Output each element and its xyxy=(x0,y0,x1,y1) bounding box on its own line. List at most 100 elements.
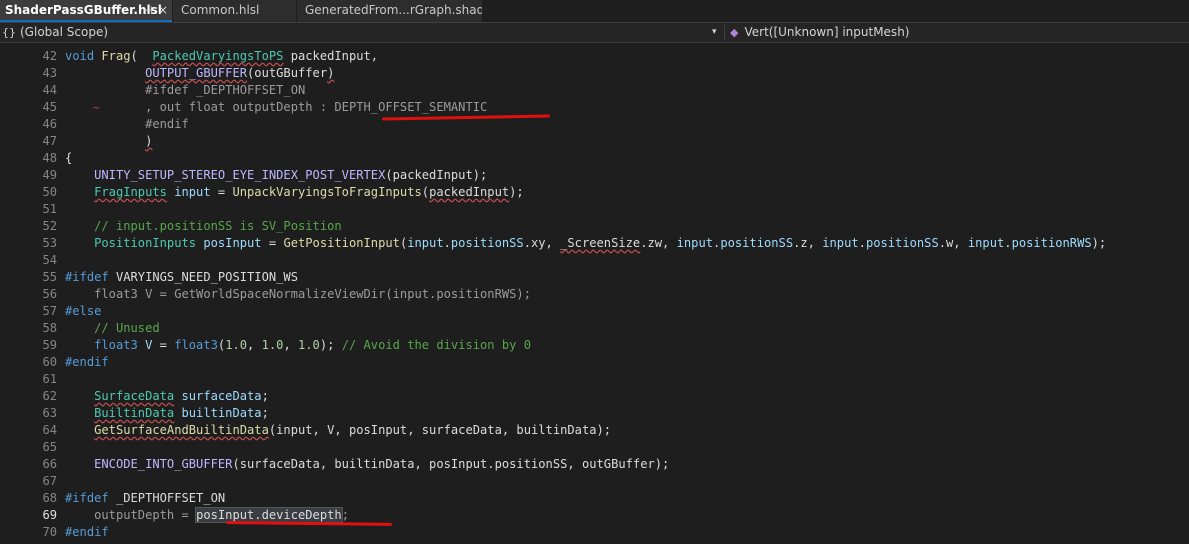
member-dropdown[interactable]: ◆ Vert([Unknown] inputMesh) xyxy=(730,23,909,42)
code-text: ) xyxy=(65,133,152,150)
line-number: 46 xyxy=(42,117,57,131)
code-line[interactable]: 43 OUTPUT_GBUFFER(outGBuffer) xyxy=(0,65,1189,82)
code-token: 1.0 xyxy=(261,338,284,352)
code-line[interactable]: 70 #endif xyxy=(0,524,1189,541)
code-token: (outGBuffer xyxy=(247,66,328,80)
code-text: float3 V = float3(1.0, 1.0, 1.0); // Avo… xyxy=(65,337,531,354)
tab-common[interactable]: Common.hlsl xyxy=(173,0,296,22)
code-token: VARYINGS_NEED_POSITION_WS xyxy=(108,270,298,284)
line-number: 63 xyxy=(42,406,57,420)
code-text: #else xyxy=(65,303,101,320)
code-text: #endif xyxy=(65,116,189,133)
code-text: { xyxy=(65,150,72,167)
code-token: ; xyxy=(261,406,269,420)
tab-generated-shader[interactable]: GeneratedFrom...rGraph.shader xyxy=(297,0,482,22)
code-line[interactable]: 44 #ifdef _DEPTHOFFSET_ON xyxy=(0,82,1189,99)
code-token: #endif xyxy=(65,117,189,131)
line-number: 64 xyxy=(42,423,57,437)
scope-label: (Global Scope) xyxy=(20,25,109,39)
navigation-bar: {} (Global Scope) ▾ ◆ Vert([Unknown] input… xyxy=(0,23,1189,43)
code-token: = xyxy=(152,338,175,352)
code-token: = xyxy=(261,236,284,250)
line-number: 70 xyxy=(42,525,57,539)
line-number: 53 xyxy=(42,236,57,250)
code-line[interactable]: 50 FragInputs input = UnpackVaryingsToFr… xyxy=(0,184,1189,201)
close-icon[interactable]: × xyxy=(158,0,168,20)
code-line[interactable]: 59 float3 V = float3(1.0, 1.0, 1.0); // … xyxy=(0,337,1189,354)
code-line[interactable]: 56 float3 V = GetWorldSpaceNormalizeView… xyxy=(0,286,1189,303)
chevron-down-icon[interactable]: ▾ xyxy=(712,23,717,42)
tab-shaderpassgbuffer[interactable]: ShaderPassGBuffer.hlsl ⊣ × xyxy=(0,0,172,22)
pin-icon[interactable]: ⊣ xyxy=(143,0,153,20)
code-line[interactable]: 60 #endif xyxy=(0,354,1189,371)
line-number: 66 xyxy=(42,457,57,471)
code-token: 1.0 xyxy=(298,338,320,352)
code-token: input xyxy=(822,236,859,250)
tab-label: GeneratedFrom...rGraph.shader xyxy=(305,3,482,17)
code-text: ENCODE_INTO_GBUFFER(surfaceData, builtin… xyxy=(65,456,669,473)
code-line[interactable]: 58 // Unused xyxy=(0,320,1189,337)
code-token: FragInputs xyxy=(94,185,167,199)
code-token: #ifdef xyxy=(65,270,109,284)
code-token: UnpackVaryingsToFragInputs xyxy=(232,185,422,199)
code-line[interactable]: 57 #else xyxy=(0,303,1189,320)
code-line[interactable]: 52 // input.positionSS is SV_Position xyxy=(0,218,1189,235)
code-line[interactable]: 51 xyxy=(0,201,1189,218)
code-text: #ifdef _DEPTHOFFSET_ON xyxy=(65,490,225,507)
code-line[interactable]: 63 BuiltinData builtinData; xyxy=(0,405,1189,422)
code-token: builtinData xyxy=(181,406,262,420)
line-number: 47 xyxy=(42,134,57,148)
code-line[interactable]: 53 PositionInputs posInput = GetPosition… xyxy=(0,235,1189,252)
code-token: { xyxy=(65,151,73,165)
code-line[interactable]: 66 ENCODE_INTO_GBUFFER(surfaceData, buil… xyxy=(0,456,1189,473)
code-text: UNITY_SETUP_STEREO_EYE_INDEX_POST_VERTEX… xyxy=(65,167,487,184)
code-text: PositionInputs posInput = GetPositionInp… xyxy=(65,235,1106,252)
code-line[interactable]: 47 ) xyxy=(0,133,1189,150)
code-text: SurfaceData surfaceData; xyxy=(65,388,269,405)
code-token: #else xyxy=(65,304,102,318)
code-token: float3 xyxy=(94,338,138,352)
code-line[interactable]: 42 void Frag( PackedVaryingsToPS packedIn… xyxy=(0,48,1189,65)
code-token: // input.positionSS is SV_Position xyxy=(65,219,342,233)
code-line[interactable]: 48 { xyxy=(0,150,1189,167)
line-number: 68 xyxy=(42,491,57,505)
line-number: 65 xyxy=(42,440,57,454)
code-line[interactable]: 49 UNITY_SETUP_STEREO_EYE_INDEX_POST_VER… xyxy=(0,167,1189,184)
code-line[interactable]: 67 xyxy=(0,473,1189,490)
line-number: 51 xyxy=(42,202,57,216)
code-token: packedInput, xyxy=(283,49,379,63)
scope-dropdown[interactable]: {} (Global Scope) xyxy=(2,23,722,42)
code-line[interactable]: 45 ~ , out float outputDepth : DEPTH_OFFS… xyxy=(0,99,1189,116)
code-line[interactable]: 46 #endif xyxy=(0,116,1189,133)
code-line[interactable]: 69 outputDepth = posInput.deviceDepth; xyxy=(0,507,1189,524)
code-token: GetPositionInput xyxy=(283,236,400,250)
code-token: input xyxy=(174,185,211,199)
code-line[interactable]: 54 xyxy=(0,252,1189,269)
code-line[interactable]: 65 xyxy=(0,439,1189,456)
code-line[interactable]: 68 #ifdef _DEPTHOFFSET_ON xyxy=(0,490,1189,507)
code-token: PositionInputs xyxy=(94,236,197,250)
code-editor[interactable]: 42 void Frag( PackedVaryingsToPS packedIn… xyxy=(0,43,1189,544)
document-tab-bar: ShaderPassGBuffer.hlsl ⊣ × Common.hlsl G… xyxy=(0,0,1189,23)
line-number: 54 xyxy=(42,253,57,267)
code-line[interactable]: 64 GetSurfaceAndBuiltinData(input, V, po… xyxy=(0,422,1189,439)
code-token: (packedInput); xyxy=(385,168,488,182)
code-token: .xy, xyxy=(523,236,561,250)
code-token: #endif xyxy=(65,355,109,369)
divider xyxy=(724,25,725,40)
code-token: outputDepth = xyxy=(65,508,197,522)
code-line[interactable]: 61 xyxy=(0,371,1189,388)
code-token: . xyxy=(443,236,451,250)
code-line[interactable]: 62 SurfaceData surfaceData; xyxy=(0,388,1189,405)
line-number: 52 xyxy=(42,219,57,233)
code-token: = xyxy=(210,185,233,199)
code-line[interactable]: 55 #ifdef VARYINGS_NEED_POSITION_WS xyxy=(0,269,1189,286)
code-token: #ifdef _DEPTHOFFSET_ON xyxy=(65,83,306,97)
